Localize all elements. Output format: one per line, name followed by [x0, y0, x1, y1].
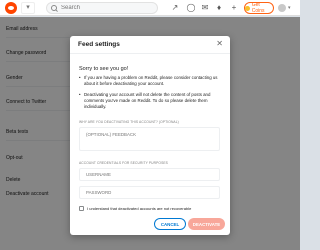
- password-field[interactable]: [79, 186, 220, 199]
- popular-icon[interactable]: ◯: [186, 3, 196, 13]
- get-coins-label: Get Coins: [251, 2, 265, 14]
- modal-title: Feed settings: [78, 41, 120, 48]
- bullet-dot: •: [79, 75, 81, 80]
- deactivate-account-modal: Feed settings ✕ Sorry to see you go! • I…: [70, 36, 230, 235]
- feedback-label: Why are you deactivating this account? (…: [79, 120, 179, 124]
- chevron-down-icon[interactable]: ▾: [21, 2, 35, 14]
- get-coins-button[interactable]: Get Coins: [244, 2, 274, 14]
- top-bar: ▾ ↗ ◯ ✉ ♦ + Get Coins ▾: [0, 0, 300, 16]
- username-field[interactable]: [79, 168, 220, 181]
- add-post-icon[interactable]: +: [229, 3, 239, 13]
- feedback-field[interactable]: [79, 127, 220, 151]
- farewell-message: Sorry to see you go!: [79, 66, 129, 72]
- confirm-checkbox-label: I understand that deactivated accounts a…: [87, 206, 192, 211]
- info-bullet: • Deactivating your account will not del…: [79, 92, 224, 110]
- avatar: [278, 4, 286, 12]
- coins-icon: [245, 5, 250, 11]
- trending-icon[interactable]: ↗: [170, 3, 180, 13]
- confirm-checkbox[interactable]: [79, 206, 84, 211]
- modal-header: Feed settings ✕: [70, 36, 230, 54]
- deactivate-button[interactable]: DEACTIVATE: [188, 218, 225, 230]
- chevron-down-icon: ▾: [288, 5, 291, 11]
- search-icon: [51, 4, 58, 12]
- credentials-label: Account credentials for security purpose…: [79, 161, 168, 165]
- close-icon[interactable]: ✕: [216, 40, 223, 48]
- search-bar[interactable]: [46, 2, 158, 14]
- cancel-button[interactable]: CANCEL: [154, 218, 186, 230]
- chat-icon[interactable]: ✉: [200, 3, 210, 13]
- info-bullet: • If you are having a problem on Reddit,…: [79, 75, 224, 87]
- bullet-text: Deactivating your account will not delet…: [84, 92, 211, 109]
- reddit-logo[interactable]: [5, 2, 17, 14]
- bullet-text: If you are having a problem on Reddit, p…: [84, 75, 218, 86]
- bullet-dot: •: [79, 92, 81, 97]
- confirm-checkbox-row[interactable]: I understand that deactivated accounts a…: [79, 206, 191, 211]
- notification-bell-icon[interactable]: ♦: [214, 3, 224, 13]
- user-menu[interactable]: ▾: [278, 2, 296, 14]
- search-input[interactable]: [61, 5, 157, 11]
